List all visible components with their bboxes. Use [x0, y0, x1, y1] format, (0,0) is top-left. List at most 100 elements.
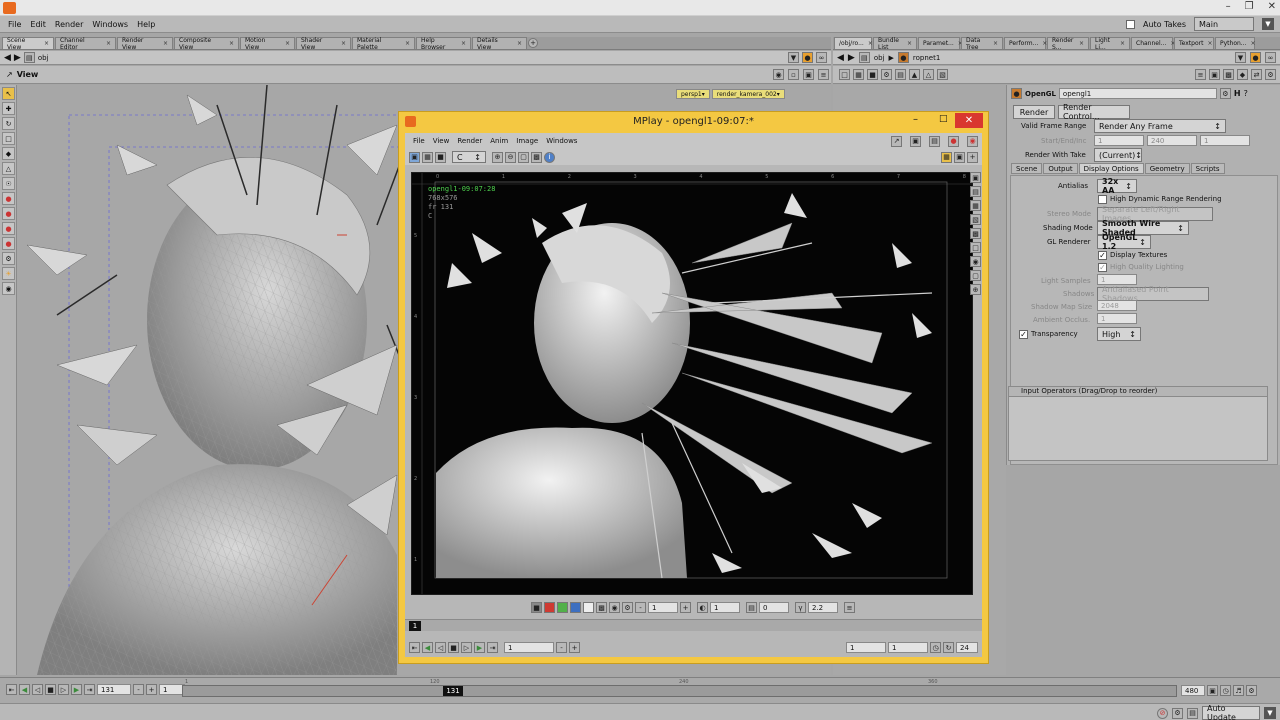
frame-plus-icon[interactable]: + [680, 602, 691, 613]
tab-details-view[interactable]: Details View × [472, 37, 527, 51]
tab-geometry[interactable]: Geometry [1144, 163, 1190, 174]
mplay-range-a-field[interactable]: 1 [846, 642, 886, 653]
snap-grid-icon[interactable]: ● [2, 237, 15, 250]
right-link-icon[interactable]: ∞ [1265, 52, 1276, 63]
mplay-range-b-field[interactable]: 1 [888, 642, 928, 653]
stats-icon[interactable]: ▤ [1187, 707, 1198, 719]
snap-edge-icon[interactable]: ● [2, 222, 15, 235]
last-frame-icon[interactable]: ⇥ [84, 684, 95, 695]
tool-k-icon[interactable]: ▩ [1223, 69, 1234, 80]
right-path-ropnet[interactable]: ropnet1 [913, 54, 940, 62]
tab-composite-view[interactable]: Composite View × [174, 37, 239, 51]
menu-help[interactable]: Help [137, 20, 155, 29]
scale-tool-icon[interactable]: □ [2, 132, 15, 145]
menu-windows[interactable]: Windows [92, 20, 128, 29]
inc-field[interactable]: 1 [1200, 135, 1250, 146]
frame-inc-icon[interactable]: + [146, 684, 157, 695]
menu-edit[interactable]: Edit [30, 20, 46, 29]
tab-light-linker[interactable]: Light Li... × [1090, 37, 1130, 51]
view-arrow-icon[interactable]: ↗ [6, 70, 13, 79]
gear-icon[interactable]: ⚙ [1219, 88, 1231, 99]
mplay-play-icon[interactable]: ▶ [474, 642, 485, 653]
snap-prim-icon[interactable]: ● [2, 192, 15, 205]
end-frame-field[interactable]: 480 [1181, 685, 1205, 696]
side-e-icon[interactable]: ▩ [970, 228, 981, 239]
alpha-channel-icon[interactable] [583, 602, 594, 613]
valid-frame-range-select[interactable]: Render Any Frame ↕ [1094, 119, 1226, 133]
light-samples-field[interactable]: 1 [1097, 274, 1137, 285]
network-icon[interactable]: ▤ [23, 52, 35, 63]
timeline-marker[interactable]: 131 [443, 686, 463, 696]
help-icon[interactable]: ? [1244, 89, 1248, 98]
tool-e-icon[interactable]: ▤ [895, 69, 906, 80]
tool-m-icon[interactable]: ⇄ [1251, 69, 1262, 80]
step-forward-icon[interactable]: ▷ [58, 684, 69, 695]
shadows-select[interactable]: Antialiased Point Shadows [1097, 285, 1209, 303]
frame-dec-icon[interactable]: - [133, 684, 144, 695]
tab-parameters[interactable]: Paramet...× [918, 37, 963, 49]
hq-lighting-checkbox[interactable]: ✓ [1098, 263, 1107, 272]
transparency-select[interactable]: High ↕ [1097, 327, 1141, 341]
tab-python[interactable]: Python... × [1215, 37, 1256, 49]
tab-output[interactable]: Output [1043, 163, 1078, 174]
tab-channel-editor[interactable]: Channel Editor × [55, 37, 116, 51]
shadow-map-field[interactable]: 2048 [1097, 300, 1137, 311]
frame-minus-icon[interactable]: - [635, 602, 646, 613]
tool-l-icon[interactable]: ◆ [1237, 69, 1248, 80]
mplay-play-back-icon[interactable]: ◀ [422, 642, 433, 653]
tool-i-icon[interactable]: ≡ [1195, 69, 1206, 80]
forward-arrow-icon[interactable]: ▶ [14, 53, 21, 63]
tl-audio-icon[interactable]: ♬ [1233, 685, 1244, 696]
minimize-icon[interactable]: – [1226, 1, 1231, 12]
tab-performance[interactable]: Perform... × [1004, 37, 1047, 49]
mplay-view-icon[interactable]: ▣ [409, 151, 420, 163]
tool-g-icon[interactable]: △ [923, 69, 934, 80]
back-arrow-icon[interactable]: ◀ [4, 53, 11, 63]
mplay-menu-anim[interactable]: Anim [490, 137, 508, 145]
desktop-select[interactable]: Main [1194, 17, 1254, 31]
mplay-start-minus-icon[interactable]: - [556, 642, 567, 653]
display-icon[interactable]: ▣ [803, 69, 814, 80]
tab-obj-ropnet[interactable]: /obj/ro... × [834, 37, 873, 49]
mplay-tb5-icon[interactable]: ◉ [967, 135, 978, 147]
close-icon[interactable]: ✕ [1268, 1, 1276, 12]
input-operators-panel[interactable]: Input Operators (Drag/Drop to reorder) [1008, 386, 1268, 461]
first-frame-icon[interactable]: ⇤ [6, 684, 17, 695]
desktop-dropdown-icon[interactable]: ▼ [1262, 18, 1274, 30]
gamma-field[interactable]: 2.2 [808, 602, 838, 613]
tab-scripts[interactable]: Scripts [1190, 163, 1225, 174]
pose-tool-icon[interactable]: △ [2, 162, 15, 175]
select-tool-icon[interactable]: ↖ [2, 87, 15, 100]
tab-help-browser[interactable]: Help Browser × [416, 37, 471, 51]
mplay-step-back-icon[interactable]: ◁ [435, 642, 446, 653]
render-region-icon[interactable]: ⚙ [2, 252, 15, 265]
current-frame-field[interactable]: 131 [97, 684, 131, 695]
camera-select[interactable]: persp1 ▾ [676, 89, 710, 99]
side-c-icon[interactable]: ▦ [970, 200, 981, 211]
mplay-color-icon[interactable]: ■ [435, 151, 446, 163]
tab-motion-view[interactable]: Motion View × [240, 37, 295, 51]
gl-renderer-select[interactable]: OpenGL 1.2 ↕ [1097, 233, 1151, 251]
maximize-icon[interactable]: ❐ [1245, 1, 1254, 12]
mplay-tb4-icon[interactable]: ● [948, 135, 959, 147]
right-forward-icon[interactable]: ▶ [848, 53, 855, 63]
view-tool-icon[interactable]: ☉ [2, 177, 15, 190]
frame-field[interactable]: 1 [648, 602, 678, 613]
ambient-occ-field[interactable]: 1 [1097, 313, 1137, 324]
light-icon[interactable]: ☀ [2, 267, 15, 280]
stop-icon[interactable]: ■ [45, 684, 56, 695]
mplay-first-icon[interactable]: ⇤ [409, 642, 420, 653]
mplay-fps-field[interactable]: 24 [956, 642, 978, 653]
tab-render-scheduler[interactable]: Render S... × [1047, 37, 1089, 51]
hdr-checkbox[interactable] [1098, 195, 1107, 204]
mplay-stop-icon[interactable]: ■ [448, 642, 459, 653]
side-d-icon[interactable]: ▧ [970, 214, 981, 225]
lut-icon[interactable]: ▩ [596, 602, 607, 613]
side-h-icon[interactable]: ▢ [970, 270, 981, 281]
link-icon[interactable]: ∞ [816, 52, 827, 63]
tool-a-icon[interactable]: □ [839, 69, 850, 80]
tl-key-icon[interactable]: ▣ [1207, 685, 1218, 696]
exposure-field[interactable]: 1 [710, 602, 740, 613]
info-icon[interactable]: i [544, 151, 555, 163]
mplay-start-plus-icon[interactable]: + [569, 642, 580, 653]
